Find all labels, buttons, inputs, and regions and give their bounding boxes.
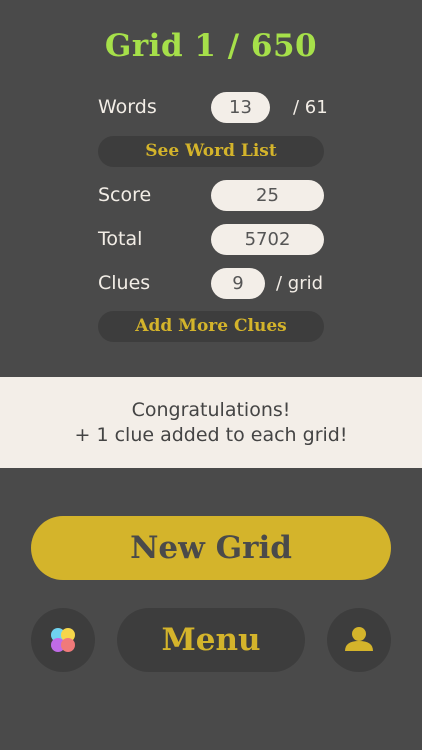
- clues-label: Clues: [98, 272, 151, 294]
- clues-count-field: 9: [211, 268, 265, 299]
- banner-line-1: Congratulations!: [131, 399, 291, 421]
- total-value-field: 5702: [211, 224, 324, 255]
- clues-per-grid-suffix: / grid: [276, 273, 324, 294]
- words-total-suffix: / 61: [293, 97, 328, 118]
- colorful-circles-button[interactable]: [31, 608, 95, 672]
- total-label: Total: [98, 228, 143, 250]
- new-grid-button[interactable]: New Grid: [31, 516, 391, 580]
- add-more-clues-button[interactable]: Add More Clues: [98, 311, 324, 342]
- profile-button[interactable]: [327, 608, 391, 672]
- see-word-list-button[interactable]: See Word List: [98, 136, 324, 167]
- words-count-field: 13: [211, 92, 270, 123]
- user-profile-icon: [345, 627, 373, 651]
- colorful-circles-icon: [51, 628, 75, 652]
- words-label: Words: [98, 96, 157, 118]
- congratulations-banner: Congratulations! + 1 clue added to each …: [0, 377, 422, 468]
- banner-line-2: + 1 clue added to each grid!: [74, 424, 348, 446]
- score-value-field: 25: [211, 180, 324, 211]
- page-title: Grid 1 / 650: [104, 28, 318, 64]
- score-label: Score: [98, 184, 152, 206]
- menu-button[interactable]: Menu: [117, 608, 305, 672]
